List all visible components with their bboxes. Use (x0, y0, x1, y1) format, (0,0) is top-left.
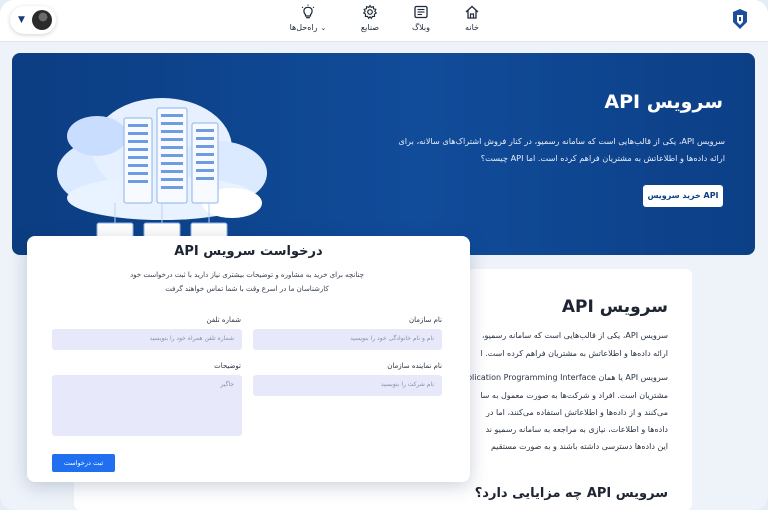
nav-home[interactable]: خانه (442, 4, 502, 32)
modal-title: درخواست سرویس API (174, 244, 323, 259)
org-name-input[interactable]: نام و نام خانوادگی خود را بنویسید (253, 329, 442, 350)
lightbulb-icon (301, 4, 315, 19)
nav-blog[interactable]: وبلاگ (391, 4, 451, 32)
submit-request-button[interactable]: ثبت درخواست (52, 454, 115, 472)
home-icon (465, 5, 479, 19)
article-subheading: سرویس API چه مزایایی دارد؟ (474, 486, 668, 501)
article-text-line: سرویس API یا همان Application Programmin… (456, 373, 668, 382)
hero-desc-line: ارائه داده‌ها و اطلاعاتش به مشتریان فراه… (480, 153, 725, 163)
article-text-line: می‌کنند و از داده‌ها و اطلاعاتش استفاده … (485, 408, 668, 417)
nav-solutions[interactable]: راه‌حل‌ها ⌄ (278, 4, 338, 32)
hero-desc-line: سرویس API، یکی از قالب‌هایی است که سامان… (398, 136, 725, 146)
buy-api-button[interactable]: خرید سرویس API (643, 185, 723, 207)
api-request-modal: درخواست سرویس API چنانچه برای خرید به مش… (27, 236, 470, 482)
representative-label: نام نماینده سازمان (387, 362, 442, 370)
hero-banner: سرویس API سرویس API، یکی از قالب‌هایی اس… (12, 53, 755, 255)
modal-subtitle-line: چنانچه برای خرید به مشاوره و توضیحات بیش… (130, 271, 364, 279)
modal-subtitle: چنانچه برای خرید به مشاوره و توضیحات بیش… (97, 268, 397, 296)
avatar (32, 10, 52, 30)
article-text-line: مشتریان است. افراد و شرکت‌ها به صورت معم… (480, 391, 668, 400)
hero-description: سرویس API، یکی از قالب‌هایی است که سامان… (385, 133, 725, 167)
description-label: توضیحات (214, 362, 241, 370)
page-frame: خانه وبلاگ صنایع (0, 0, 768, 510)
hero-title: سرویس API (604, 91, 723, 113)
nav-solutions-label: راه‌حل‌ها (289, 23, 318, 32)
newspaper-icon (414, 5, 428, 19)
nav-blog-label: وبلاگ (411, 23, 431, 32)
phone-label: شماره تلفن (206, 316, 241, 324)
org-name-label: نام سازمان (408, 316, 442, 324)
article-text-line: سرویس API، یکی از قالب‌هایی است که سامان… (481, 331, 668, 340)
nav-industries[interactable]: صنایع (340, 4, 400, 32)
description-textarea[interactable]: جاگیر (52, 375, 242, 436)
user-menu[interactable]: ▼ (10, 6, 56, 34)
modal-subtitle-line: کارشناسان ما در اسرع وقت با شما تماس خوا… (165, 285, 329, 293)
gear-icon (362, 4, 378, 20)
phone-input[interactable]: شماره تلفن همراه خود را بنویسید (52, 329, 242, 350)
caret-down-icon: ▼ (18, 15, 25, 25)
top-navbar: خانه وبلاگ صنایع (0, 0, 768, 42)
brand-logo-icon[interactable] (730, 8, 750, 30)
nav-industries-label: صنایع (360, 23, 380, 32)
article-title: سرویس API (561, 297, 668, 317)
nav-home-label: خانه (465, 23, 479, 32)
article-text-line: داده‌ها و اطلاعات، نیازی به مراجعه به سا… (485, 425, 668, 434)
article-text-line: این داده‌ها دسترسی داشته باشند و به صورت… (490, 442, 668, 451)
representative-input[interactable]: نام شرکت را بنویسید (253, 375, 442, 396)
cloud-server-illustration (52, 78, 272, 255)
chevron-down-icon: ⌄ (320, 24, 327, 32)
article-text-line: ارائه داده‌ها و اطلاعاتش به مشتریان فراه… (480, 349, 668, 358)
